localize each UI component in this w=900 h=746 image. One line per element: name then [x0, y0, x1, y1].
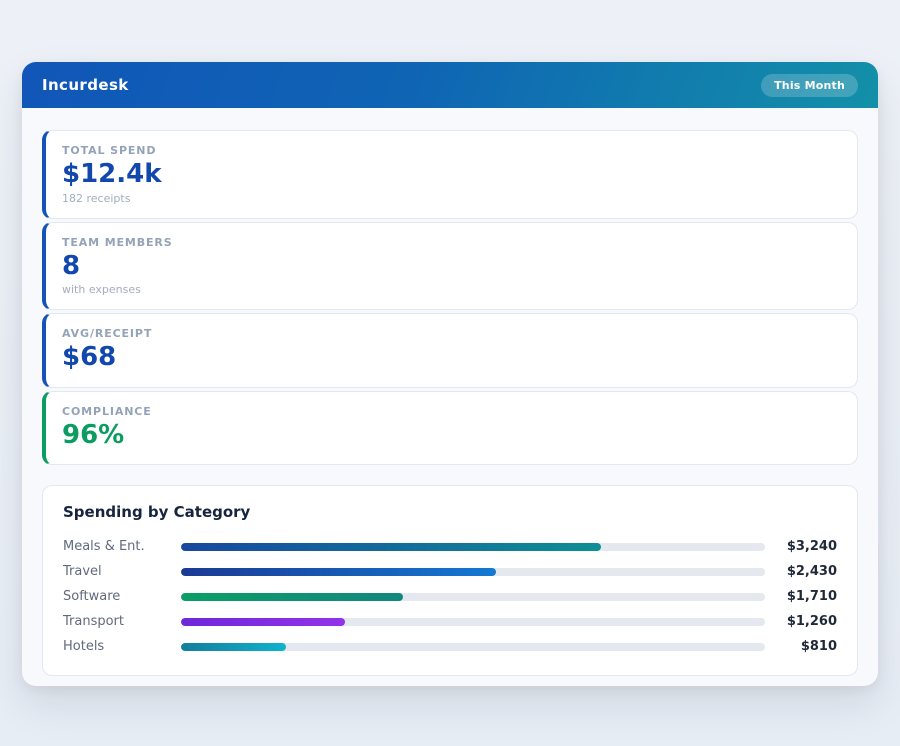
bar-fill — [181, 593, 403, 601]
period-badge[interactable]: This Month — [761, 74, 858, 97]
bar-fill — [181, 568, 496, 576]
bar-value-label: $2,430 — [765, 564, 837, 579]
bar-track — [181, 643, 765, 651]
stat-label: AVG/RECEIPT — [62, 327, 841, 340]
bar-row-meals: Meals & Ent. $3,240 — [63, 534, 837, 559]
page-background: Incurdesk This Month TOTAL SPEND $12.4k … — [0, 0, 900, 746]
app-header: Incurdesk This Month — [22, 62, 878, 108]
stat-label: TOTAL SPEND — [62, 144, 841, 157]
stat-label: TEAM MEMBERS — [62, 236, 841, 249]
bar-row-transport: Transport $1,260 — [63, 609, 837, 634]
bar-category-label: Travel — [63, 564, 181, 579]
bar-category-label: Meals & Ent. — [63, 539, 181, 554]
stat-card-avg-receipt: AVG/RECEIPT $68 — [42, 313, 858, 388]
bar-value-label: $1,710 — [765, 589, 837, 604]
bar-value-label: $810 — [765, 639, 837, 654]
bar-fill — [181, 543, 601, 551]
app-title: Incurdesk — [42, 76, 129, 94]
bar-row-travel: Travel $2,430 — [63, 559, 837, 584]
stat-card-compliance: COMPLIANCE 96% — [42, 391, 858, 466]
stat-value: 8 — [62, 250, 841, 283]
bar-track — [181, 568, 765, 576]
stat-card-team-members: TEAM MEMBERS 8 with expenses — [42, 222, 858, 311]
bar-fill — [181, 618, 345, 626]
stat-value: $12.4k — [62, 158, 841, 191]
bar-track — [181, 543, 765, 551]
bar-value-label: $3,240 — [765, 539, 837, 554]
chart-title: Spending by Category — [63, 503, 837, 521]
bar-track — [181, 593, 765, 601]
stat-value: 96% — [62, 419, 841, 452]
bar-category-label: Hotels — [63, 639, 181, 654]
bar-row-software: Software $1,710 — [63, 584, 837, 609]
dashboard-body: TOTAL SPEND $12.4k 182 receipts TEAM MEM… — [22, 108, 878, 686]
bar-row-hotels: Hotels $810 — [63, 634, 837, 659]
bar-fill — [181, 643, 286, 651]
app-container: Incurdesk This Month TOTAL SPEND $12.4k … — [22, 62, 878, 686]
stat-subtext: 182 receipts — [62, 192, 841, 205]
stat-subtext: with expenses — [62, 283, 841, 296]
bar-value-label: $1,260 — [765, 614, 837, 629]
stat-value: $68 — [62, 341, 841, 374]
bar-track — [181, 618, 765, 626]
stat-card-total-spend: TOTAL SPEND $12.4k 182 receipts — [42, 130, 858, 219]
bar-category-label: Software — [63, 589, 181, 604]
stat-label: COMPLIANCE — [62, 405, 841, 418]
bar-category-label: Transport — [63, 614, 181, 629]
spending-by-category-card: Spending by Category Meals & Ent. $3,240… — [42, 485, 858, 676]
